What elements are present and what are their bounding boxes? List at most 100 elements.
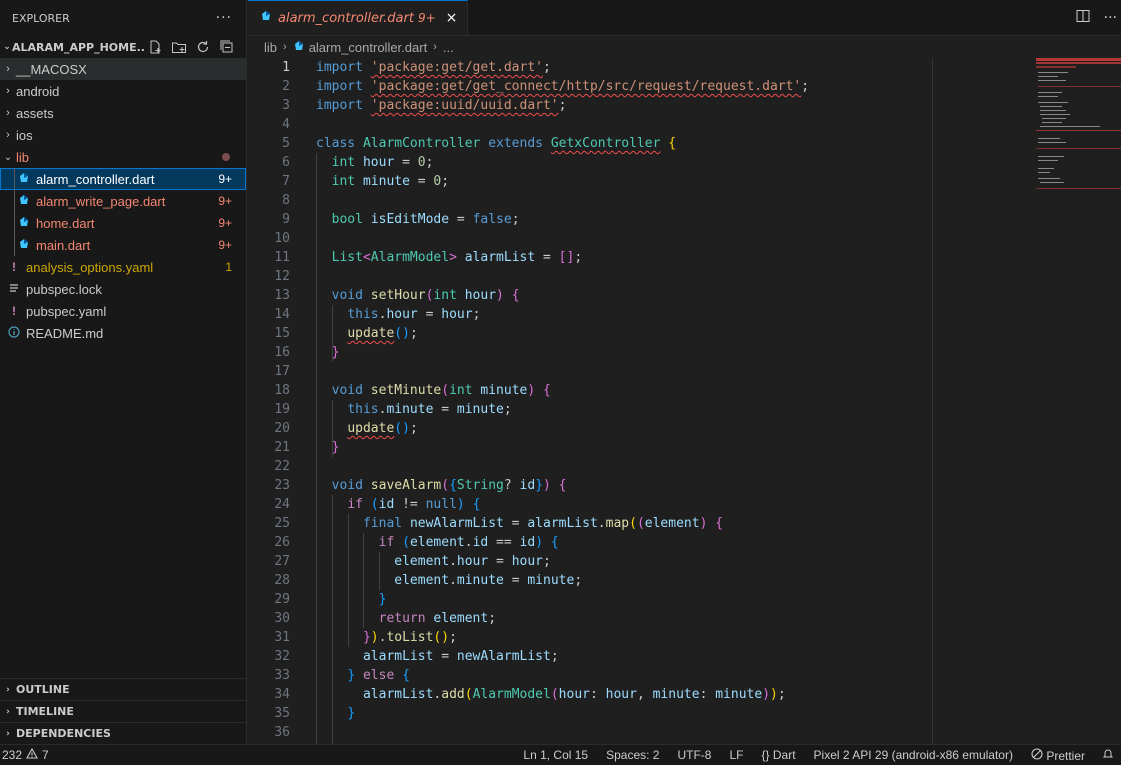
code-line: } else {: [347, 668, 410, 683]
dart-file-icon: [260, 10, 272, 26]
breadcrumb-file[interactable]: alarm_controller.dart: [309, 40, 428, 55]
line-number: 3: [282, 98, 290, 113]
line-number: 22: [274, 459, 290, 474]
section-dependencies[interactable]: › DEPENDENCIES: [0, 722, 246, 744]
tree-folder-lib[interactable]: ⌄ lib: [0, 146, 246, 168]
tree-file-home[interactable]: home.dart 9+: [0, 212, 246, 234]
chevron-right-icon: ›: [6, 706, 10, 717]
tree-folder-android[interactable]: › android: [0, 80, 246, 102]
line-number: 16: [274, 345, 290, 360]
project-folder-row[interactable]: ⌄ ALARAM_APP_HOME...: [0, 36, 246, 58]
line-number: 30: [274, 611, 290, 626]
tree-label: main.dart: [36, 237, 91, 253]
tab-problem-badge: 9+: [417, 11, 436, 25]
tab-alarm-controller[interactable]: alarm_controller.dart 9+ ×: [248, 0, 469, 35]
lock-file-icon: [6, 282, 22, 296]
chevron-right-icon: ›: [433, 41, 437, 53]
tab-label: alarm_controller.dart: [278, 10, 414, 26]
tree-folder-ios[interactable]: › ios: [0, 124, 246, 146]
dart-file-icon: [16, 172, 32, 187]
tree-label: alarm_write_page.dart: [36, 193, 166, 209]
problems-indicator[interactable]: 232 7: [0, 747, 49, 763]
more-actions-icon[interactable]: ···: [1104, 10, 1117, 26]
line-number: 14: [274, 307, 290, 322]
code-line: this.hour = hour;: [347, 307, 481, 322]
breadcrumb-more[interactable]: ...: [443, 40, 454, 55]
yaml-file-icon: !: [12, 260, 16, 274]
more-actions-icon[interactable]: ···: [216, 10, 232, 26]
split-editor-icon[interactable]: [1076, 8, 1090, 27]
line-number: 2: [282, 79, 290, 94]
collapse-all-icon[interactable]: [217, 39, 236, 55]
dart-file-icon: [293, 40, 305, 55]
section-timeline[interactable]: › TIMELINE: [0, 700, 246, 722]
code-content[interactable]: import 'package:get/get.dart'; import 'p…: [316, 58, 936, 742]
line-number: 12: [274, 269, 290, 284]
indentation[interactable]: Spaces: 2: [606, 748, 659, 762]
tree-label: alarm_controller.dart: [36, 171, 155, 187]
code-line: int minute = 0;: [331, 174, 450, 189]
section-label: TIMELINE: [16, 705, 74, 718]
formatter-status[interactable]: Prettier: [1031, 747, 1085, 763]
status-bar: 232 7 Ln 1, Col 15 Spaces: 2 UTF-8 LF {}…: [0, 744, 1121, 765]
explorer-title: EXPLORER: [12, 11, 70, 25]
line-number: 23: [274, 478, 290, 493]
tree-file-alarm-controller[interactable]: alarm_controller.dart 9+: [0, 168, 246, 190]
line-number: 21: [274, 440, 290, 455]
project-title: ALARAM_APP_HOME...: [12, 40, 145, 54]
encoding[interactable]: UTF-8: [677, 748, 711, 762]
minimap[interactable]: [1036, 58, 1121, 198]
code-line: element.minute = minute;: [394, 573, 583, 588]
device-selector[interactable]: Pixel 2 API 29 (android-x86 emulator): [814, 748, 1013, 762]
code-line: import 'package:get/get.dart';: [316, 60, 551, 75]
line-number: 13: [274, 288, 290, 303]
explorer-sidebar: EXPLORER ··· ⌄ ALARAM_APP_HOME... › __MA…: [0, 0, 247, 744]
refresh-icon[interactable]: [193, 39, 212, 55]
cursor-position[interactable]: Ln 1, Col 15: [523, 748, 588, 762]
vertical-ruler: [932, 58, 933, 744]
line-number: 19: [274, 402, 290, 417]
code-line: }: [378, 592, 387, 607]
tree-folder-assets[interactable]: › assets: [0, 102, 246, 124]
tree-file-analysis-options[interactable]: ! analysis_options.yaml 1: [0, 256, 246, 278]
line-number: 31: [274, 630, 290, 645]
code-line: }: [331, 345, 340, 360]
line-number: 27: [274, 554, 290, 569]
end-of-line[interactable]: LF: [729, 748, 743, 762]
line-number: 24: [274, 497, 290, 512]
tree-folder-macosx[interactable]: › __MACOSX: [0, 58, 246, 80]
chevron-down-icon: ⌄: [3, 42, 11, 52]
tree-label: pubspec.yaml: [26, 303, 107, 319]
tree-file-pubspec-lock[interactable]: pubspec.lock: [0, 278, 246, 300]
tree-label: README.md: [26, 325, 104, 341]
close-icon[interactable]: ×: [446, 10, 458, 26]
tree-label: __MACOSX: [16, 61, 87, 77]
code-line: import 'package:get/get_connect/http/src…: [316, 79, 810, 94]
new-folder-icon[interactable]: [169, 39, 188, 55]
language-mode[interactable]: {} Dart: [762, 748, 796, 762]
new-file-icon[interactable]: [145, 39, 164, 55]
braces-icon: {}: [761, 748, 770, 762]
code-line: int hour = 0;: [331, 155, 434, 170]
tree-file-main[interactable]: main.dart 9+: [0, 234, 246, 256]
tree-file-pubspec-yaml[interactable]: ! pubspec.yaml: [0, 300, 246, 322]
tree-label: assets: [16, 105, 54, 121]
line-number: 9: [282, 212, 290, 227]
notifications-icon[interactable]: [1102, 748, 1114, 763]
tab-bar: alarm_controller.dart 9+ × ···: [248, 0, 1121, 36]
code-area[interactable]: 1 2 3 4 5 6 7 8 9 10 11 12 13 14 15 16 17 18 19 20 21 22 23 24 2…: [248, 58, 1121, 744]
code-line: this.minute = minute;: [347, 402, 512, 417]
line-number: 35: [274, 706, 290, 721]
breadcrumb-folder[interactable]: lib: [264, 40, 277, 55]
line-number: 7: [282, 174, 290, 189]
tree-file-readme[interactable]: README.md: [0, 322, 246, 344]
line-number-gutter: 1 2 3 4 5 6 7 8 9 10 11 12 13 14 15 16 17 18 19 20 21 22 23 24 2…: [248, 58, 290, 742]
section-outline[interactable]: › OUTLINE: [0, 678, 246, 700]
tree-file-alarm-write-page[interactable]: alarm_write_page.dart 9+: [0, 190, 246, 212]
breadcrumb: lib › alarm_controller.dart › ...: [248, 36, 1121, 58]
line-number: 1: [282, 60, 290, 75]
dart-file-icon: [16, 216, 32, 231]
chevron-right-icon: ›: [6, 107, 10, 119]
